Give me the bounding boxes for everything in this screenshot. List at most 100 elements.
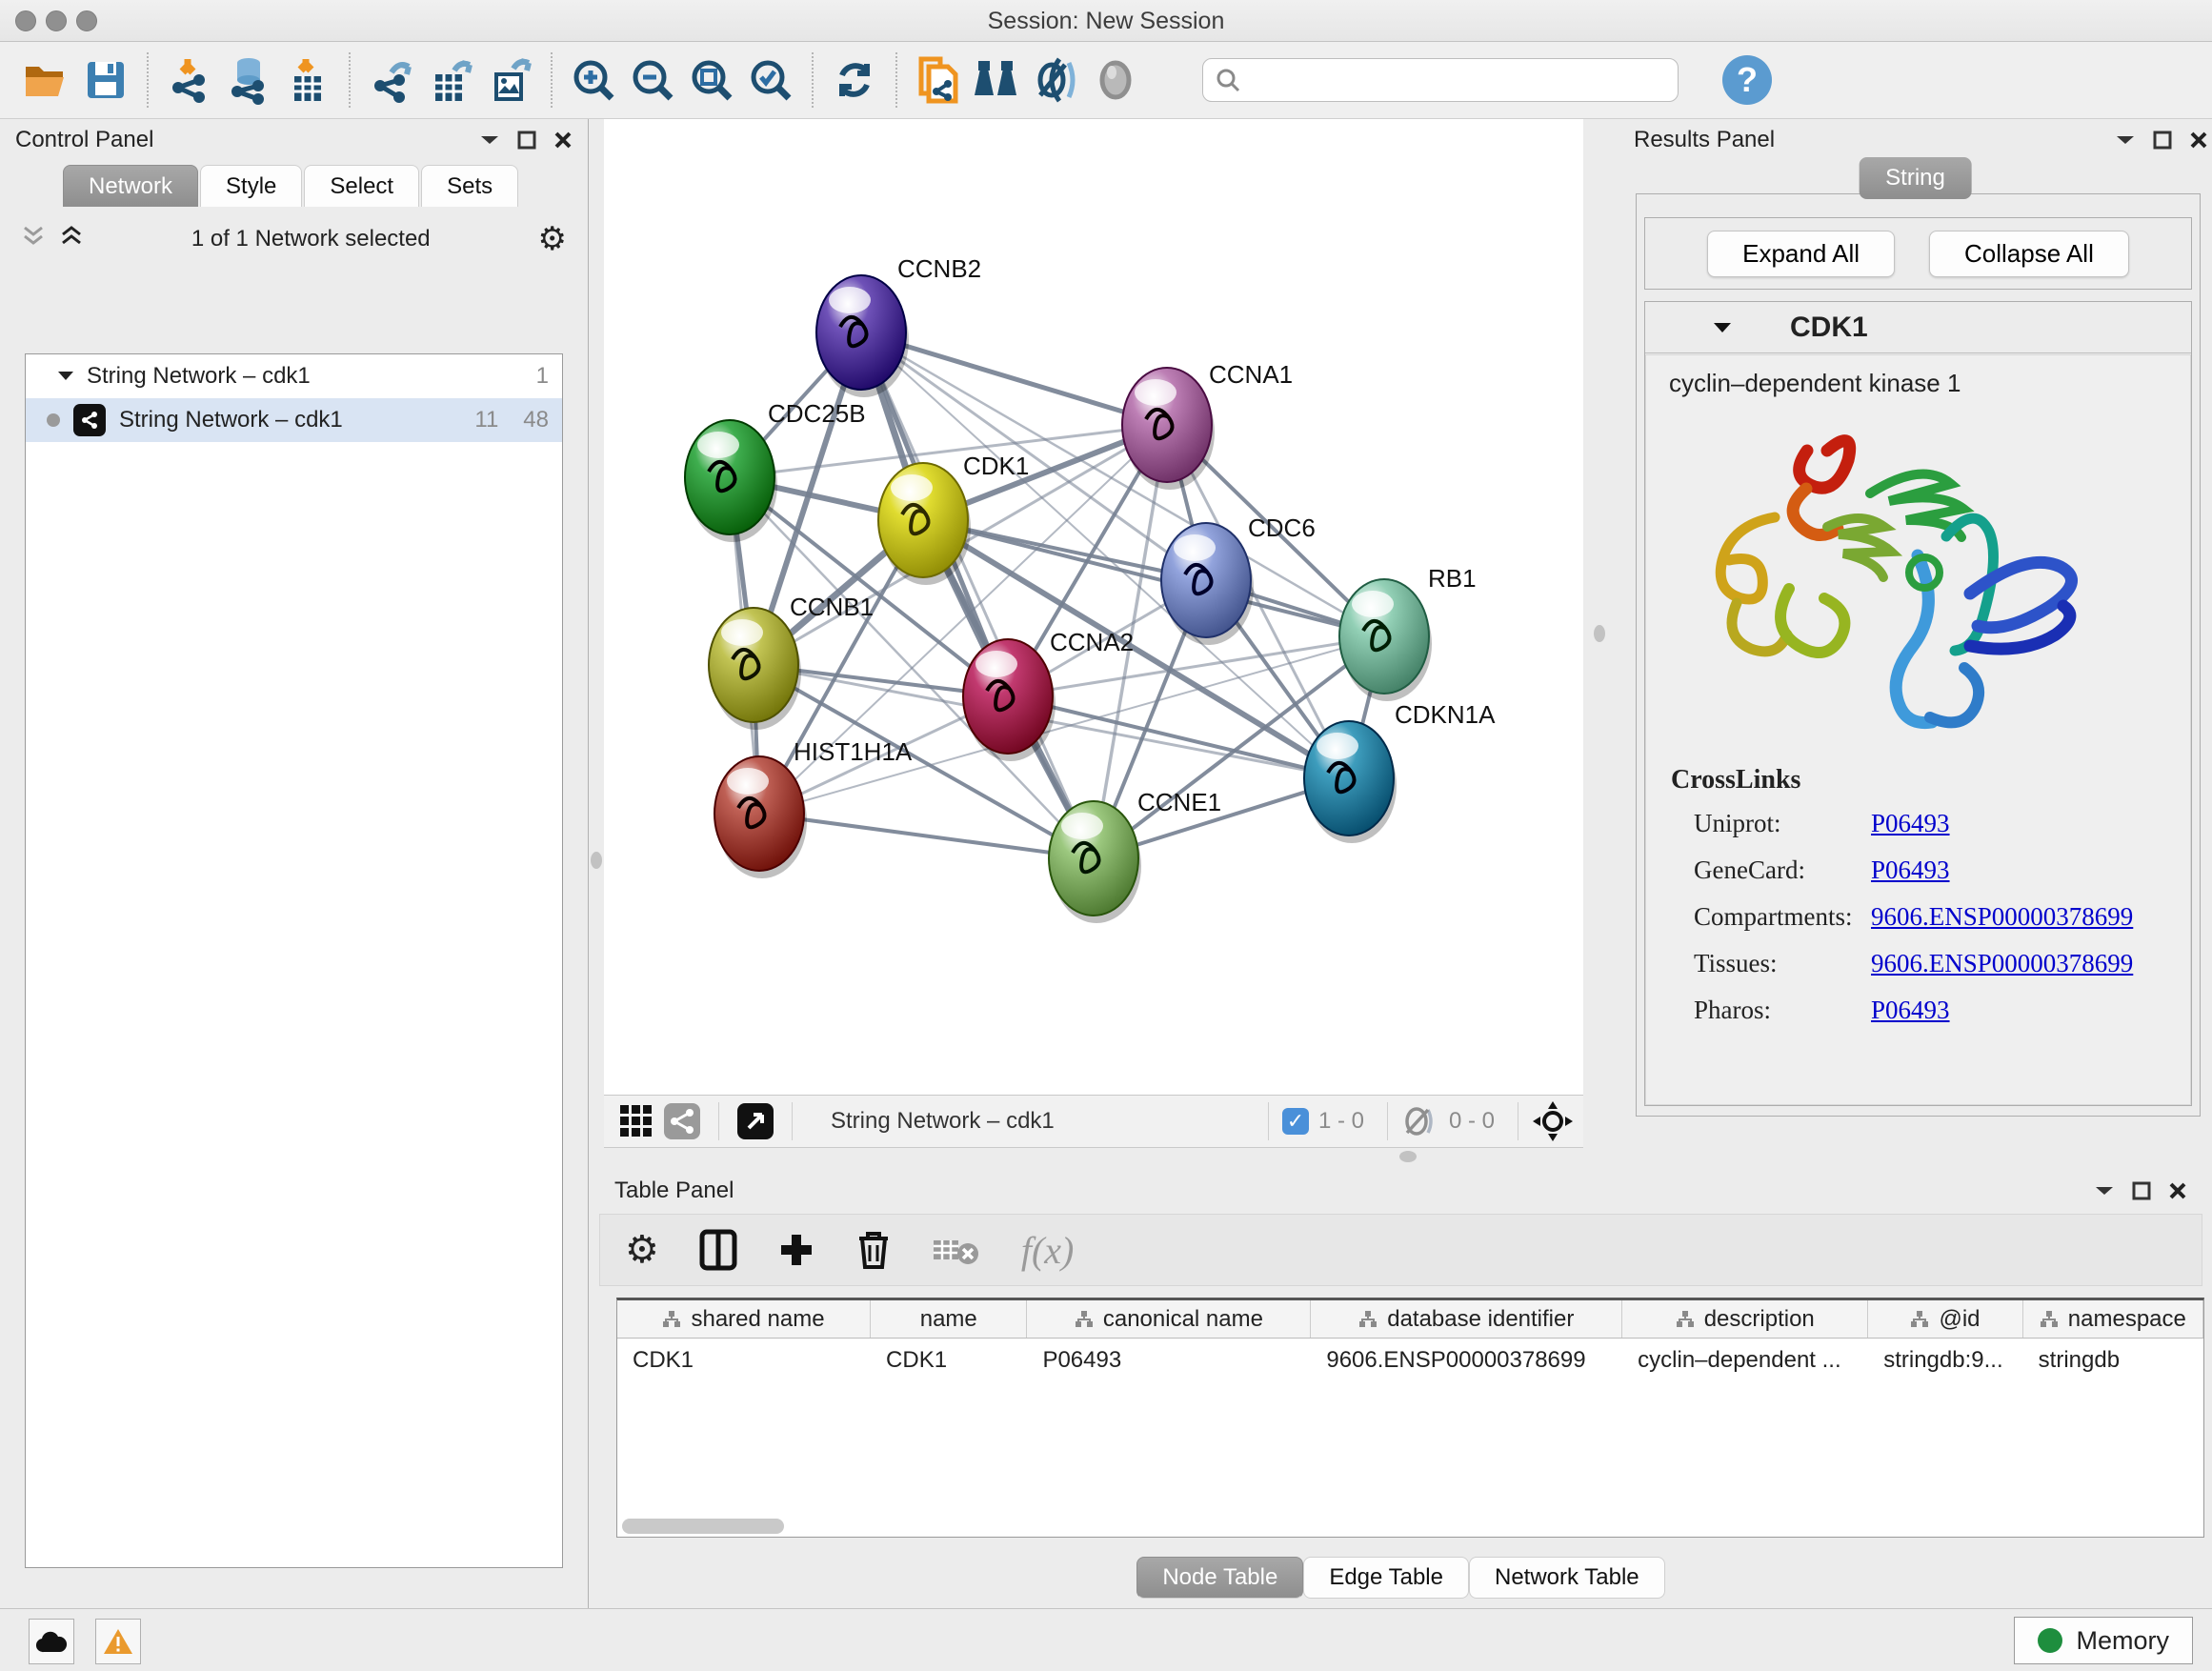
zoom-out-button[interactable] — [623, 50, 682, 110]
cell-canonical-name[interactable]: P06493 — [1027, 1347, 1311, 1374]
scrollbar-thumb[interactable] — [622, 1519, 784, 1534]
node-CDC25B[interactable]: CDC25B — [685, 399, 866, 542]
cell-name[interactable]: CDK1 — [871, 1347, 1027, 1374]
import-network-database-button[interactable] — [219, 50, 278, 110]
new-network-from-selection-button[interactable] — [909, 50, 968, 110]
function-builder-button[interactable]: f(x) — [1021, 1228, 1075, 1273]
table-options-gear-button[interactable]: ⚙ — [625, 1228, 659, 1272]
node-CCNB2[interactable]: CCNB2 — [816, 254, 981, 397]
control-panel-menu-button[interactable] — [479, 133, 500, 147]
network-view-mode-button[interactable] — [659, 1098, 705, 1144]
node-CDC6[interactable]: CDC6 — [1161, 513, 1316, 645]
cell--id[interactable]: stringdb:9... — [1868, 1347, 2022, 1374]
tab-network-table[interactable]: Network Table — [1469, 1557, 1665, 1599]
search-box[interactable] — [1202, 58, 1679, 102]
collapse-all-button[interactable]: Collapse All — [1929, 231, 2129, 277]
zoom-selected-button[interactable] — [741, 50, 800, 110]
collapse-all-networks-button[interactable] — [21, 224, 46, 255]
crosslink-link[interactable]: P06493 — [1871, 809, 1950, 838]
crosslink-link[interactable]: P06493 — [1871, 856, 1950, 885]
node-CCNA1[interactable]: CCNA1 — [1122, 360, 1293, 490]
selected-nodes-checkbox[interactable]: ✓ — [1282, 1108, 1309, 1135]
tab-sets[interactable]: Sets — [421, 165, 518, 207]
column-header-name[interactable]: name — [871, 1300, 1027, 1338]
table-horizontal-scrollbar[interactable] — [616, 1519, 2204, 1536]
network-row-selected[interactable]: String Network – cdk1 11 48 — [26, 398, 562, 442]
network-view-canvas[interactable]: CCNB2CCNA1CDC25BCDK1CDC6RB1CCNB1CCNA2CDK… — [604, 119, 1583, 1095]
help-button[interactable]: ? — [1722, 55, 1772, 105]
table-panel-close-button[interactable] — [2168, 1181, 2187, 1200]
crosslink-link[interactable]: 9606.ENSP00000378699 — [1871, 902, 2133, 932]
search-input[interactable] — [1241, 67, 1651, 93]
zoom-in-button[interactable] — [564, 50, 623, 110]
cell-namespace[interactable]: stringdb — [2023, 1347, 2203, 1374]
control-panel-close-button[interactable] — [553, 131, 573, 150]
show-grid-button[interactable] — [613, 1098, 659, 1144]
center-view-crosshair-button[interactable] — [1532, 1100, 1574, 1142]
results-panel-menu-button[interactable] — [2115, 133, 2136, 147]
tab-select[interactable]: Select — [304, 165, 419, 207]
edge-HIST1H1A-CCNE1[interactable] — [759, 814, 1094, 858]
expand-all-networks-button[interactable] — [59, 224, 84, 255]
birds-eye-view-button[interactable] — [733, 1098, 778, 1144]
node-CCNB1[interactable]: CCNB1 — [709, 593, 874, 730]
node-HIST1H1A[interactable]: HIST1H1A — [714, 737, 913, 878]
cell-database-identifier[interactable]: 9606.ENSP00000378699 — [1311, 1347, 1622, 1374]
import-table-file-button[interactable] — [278, 50, 337, 110]
node-CCNA2[interactable]: CCNA2 — [963, 628, 1134, 761]
hide-selected-button[interactable] — [1027, 50, 1086, 110]
show-columns-button[interactable] — [699, 1229, 737, 1271]
network-collection-row[interactable]: String Network – cdk1 1 — [26, 354, 562, 398]
delete-column-button[interactable] — [855, 1229, 892, 1271]
tab-edge-table[interactable]: Edge Table — [1303, 1557, 1469, 1599]
results-panel-float-button[interactable] — [2153, 131, 2172, 150]
crosslink-link[interactable]: 9606.ENSP00000378699 — [1871, 949, 2133, 978]
column-header-description[interactable]: description — [1622, 1300, 1868, 1338]
tab-style[interactable]: Style — [200, 165, 302, 207]
tab-network[interactable]: Network — [63, 165, 198, 207]
control-panel-float-button[interactable] — [517, 131, 536, 150]
results-panel-close-button[interactable] — [2189, 131, 2208, 150]
column-header-canonical-name[interactable]: canonical name — [1027, 1300, 1311, 1338]
cell-shared-name[interactable]: CDK1 — [617, 1347, 871, 1374]
cloud-status-button[interactable] — [29, 1619, 74, 1664]
first-neighbors-button[interactable] — [968, 50, 1027, 110]
column-header-namespace[interactable]: namespace — [2023, 1300, 2203, 1338]
tab-node-table[interactable]: Node Table — [1136, 1557, 1303, 1599]
tab-string[interactable]: String — [1859, 157, 1972, 199]
export-network-button[interactable] — [362, 50, 421, 110]
network-graph[interactable]: CCNB2CCNA1CDC25BCDK1CDC6RB1CCNB1CCNA2CDK… — [604, 119, 1583, 1095]
expand-all-button[interactable]: Expand All — [1707, 231, 1895, 277]
table-panel-menu-button[interactable] — [2094, 1184, 2115, 1198]
zoom-fit-button[interactable] — [682, 50, 741, 110]
node-CDKN1A[interactable]: CDKN1A — [1304, 700, 1496, 843]
cell-description[interactable]: cyclin–dependent ... — [1622, 1347, 1868, 1374]
warnings-button[interactable] — [95, 1619, 141, 1664]
apply-layout-button[interactable] — [825, 50, 884, 110]
right-splitter-handle[interactable] — [1594, 625, 1605, 642]
import-network-file-button[interactable] — [160, 50, 219, 110]
export-table-button[interactable] — [421, 50, 480, 110]
add-column-button[interactable] — [777, 1231, 815, 1269]
delete-table-button[interactable] — [932, 1233, 981, 1267]
node-table[interactable]: shared namenamecanonical namedatabase id… — [616, 1298, 2204, 1538]
edge-CCNB2-CCNE1[interactable] — [861, 332, 1094, 858]
crosslink-link[interactable]: P06493 — [1871, 996, 1950, 1025]
hidden-eye-slash-icon[interactable] — [1401, 1106, 1439, 1137]
node-CCNE1[interactable]: CCNE1 — [1049, 788, 1221, 923]
show-all-button[interactable] — [1086, 50, 1145, 110]
export-image-button[interactable] — [480, 50, 539, 110]
left-splitter-handle[interactable] — [591, 852, 602, 869]
column-header-database-identifier[interactable]: database identifier — [1311, 1300, 1622, 1338]
node-RB1[interactable]: RB1 — [1339, 564, 1477, 701]
table-panel-float-button[interactable] — [2132, 1181, 2151, 1200]
column-header-shared-name[interactable]: shared name — [617, 1300, 871, 1338]
memory-button[interactable]: Memory — [2014, 1617, 2193, 1664]
table-row[interactable]: CDK1CDK1P064939606.ENSP00000378699cyclin… — [617, 1339, 2203, 1382]
column-header--id[interactable]: @id — [1868, 1300, 2022, 1338]
cdk1-section-header[interactable]: CDK1 — [1645, 302, 2191, 353]
horizontal-splitter-handle[interactable] — [1399, 1151, 1417, 1162]
open-session-button[interactable] — [17, 50, 76, 110]
save-session-button[interactable] — [76, 50, 135, 110]
network-options-gear-button[interactable]: ⚙ — [538, 220, 567, 258]
